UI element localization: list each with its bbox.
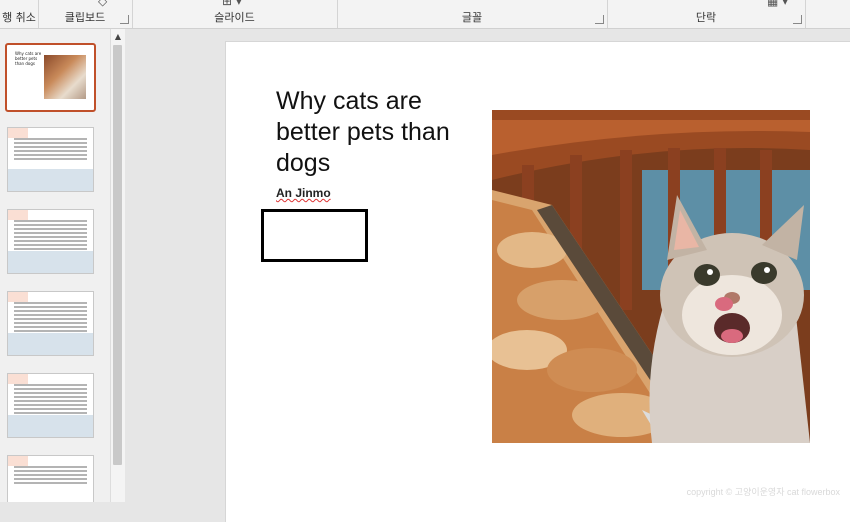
paragraph-label: 단락 xyxy=(695,11,717,24)
thumbnail-deco xyxy=(8,415,93,437)
slide-thumbnail-pane: Why cats are better pets than dogs xyxy=(0,29,110,502)
thumbnail-text-lines xyxy=(14,384,87,416)
thumbnail-deco xyxy=(8,374,28,384)
thumbnail-deco xyxy=(8,292,28,302)
format-painter-icon[interactable]: ◇ xyxy=(98,0,107,8)
undo-label: 행 취소 xyxy=(2,11,36,24)
slide-thumbnail-4[interactable] xyxy=(7,291,94,356)
thumbnail-cat-photo xyxy=(44,55,86,99)
slide-editing-canvas: Why cats are better pets than dogs An Ji… xyxy=(125,29,850,522)
slide-label: 슬라이드 xyxy=(214,11,255,24)
slide-thumbnail-3[interactable] xyxy=(7,209,94,274)
current-slide[interactable]: Why cats are better pets than dogs An Ji… xyxy=(225,41,850,522)
thumbnail-deco xyxy=(8,169,93,191)
thumbnail-deco xyxy=(8,128,28,138)
cat-photo-illustration xyxy=(492,110,810,443)
slide-thumbnail-1[interactable]: Why cats are better pets than dogs xyxy=(5,43,96,112)
paragraph-launcher-icon[interactable] xyxy=(793,15,802,24)
thumbnail-text-lines xyxy=(14,220,87,252)
thumbnail-text-lines xyxy=(14,466,87,486)
slide-thumbnail-6[interactable] xyxy=(7,455,94,502)
section-icon[interactable]: ⊞ ▾ xyxy=(222,0,242,8)
slide-thumbnail-2[interactable] xyxy=(7,127,94,192)
clipboard-label: 클립보드 xyxy=(64,11,106,24)
empty-rectangle-shape[interactable] xyxy=(261,209,368,262)
slide-subtitle[interactable]: An Jinmo xyxy=(276,186,331,200)
font-launcher-icon[interactable] xyxy=(595,15,604,24)
ribbon: 행 취소 ◇ 클립보드 ⊞ ▾ 슬라이드 글꼴 ▦ ▾ 단락 xyxy=(0,0,850,29)
thumbnail-text-lines xyxy=(14,138,87,162)
thumbnail-scrollbar[interactable]: ▲ xyxy=(110,29,126,502)
undo-group[interactable]: 행 취소 xyxy=(0,0,39,28)
clipboard-group: ◇ 클립보드 xyxy=(38,0,133,28)
thumbnail-deco xyxy=(8,456,28,466)
slide-title[interactable]: Why cats are better pets than dogs xyxy=(276,86,476,179)
font-label: 글꼴 xyxy=(461,11,483,24)
cat-photo[interactable] xyxy=(492,110,810,443)
image-watermark: copyright © 고양이운영자 cat flowerbox xyxy=(686,487,840,497)
clipboard-launcher-icon[interactable] xyxy=(120,15,129,24)
slide-group: ⊞ ▾ 슬라이드 xyxy=(132,0,338,28)
scroll-thumb[interactable] xyxy=(113,45,122,465)
thumbnail-deco xyxy=(8,210,28,220)
thumbnail-deco xyxy=(8,333,93,355)
smartart-icon[interactable]: ▦ ▾ xyxy=(767,0,788,8)
thumbnail-title: Why cats are better pets than dogs xyxy=(15,51,42,66)
slide-thumbnail-5[interactable] xyxy=(7,373,94,438)
thumbnail-deco xyxy=(8,251,93,273)
paragraph-group: ▦ ▾ 단락 xyxy=(607,0,806,28)
font-group: 글꼴 xyxy=(337,0,608,28)
thumbnail-text-lines xyxy=(14,302,87,334)
scroll-up-arrow-icon[interactable]: ▲ xyxy=(112,31,124,42)
